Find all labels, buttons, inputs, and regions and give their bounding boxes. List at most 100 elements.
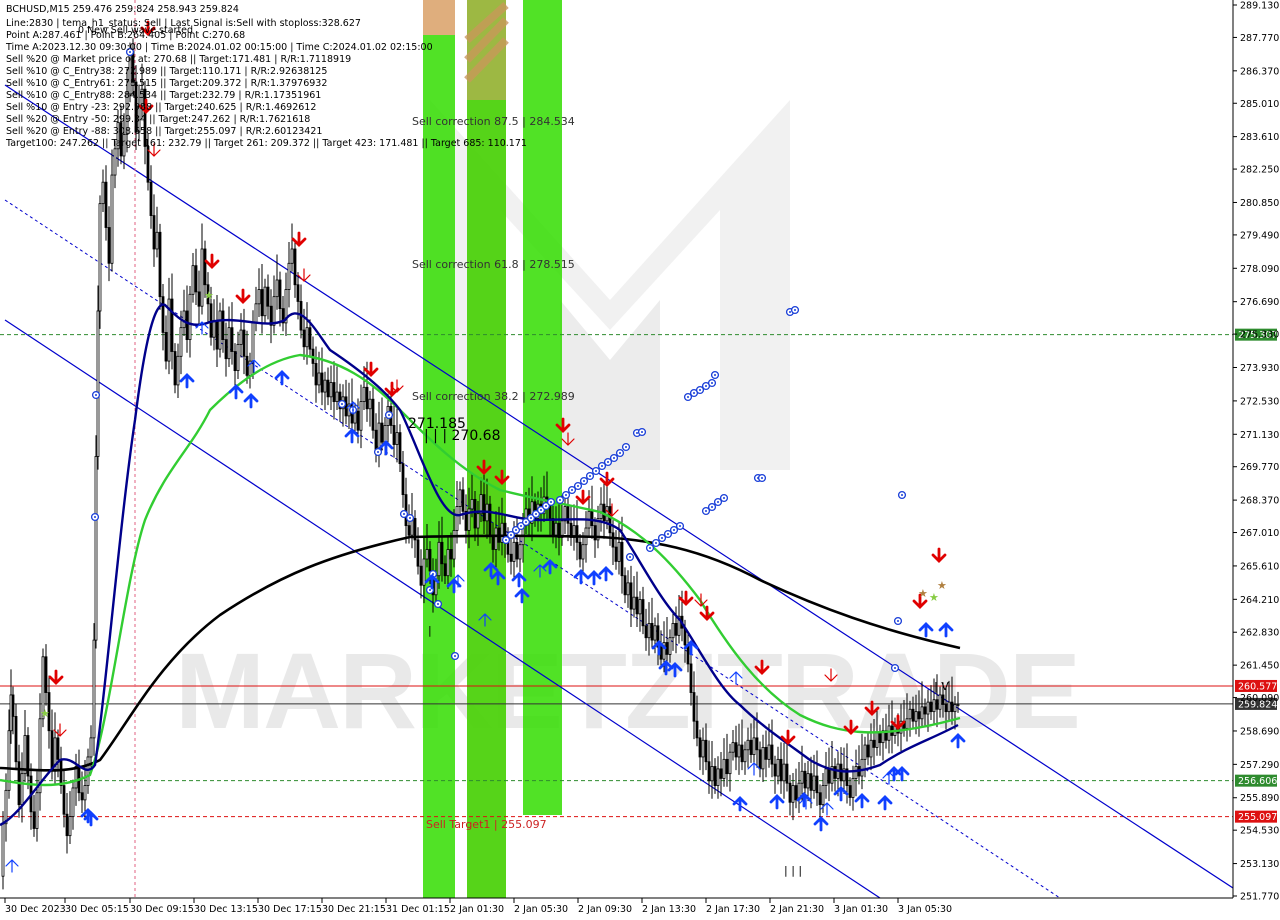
candle-body: [257, 289, 261, 305]
candle-body: [293, 248, 297, 286]
y-tick-label: 283.610: [1240, 132, 1279, 143]
candle-body: [773, 763, 777, 777]
candle-body: [320, 372, 324, 393]
y-tick-label: 273.930: [1240, 363, 1279, 374]
buy-arrow: [274, 370, 290, 386]
candle-body: [302, 329, 306, 348]
signal-dot-core: [510, 534, 512, 536]
candle-body: [482, 494, 486, 522]
candle-body: [926, 701, 930, 715]
signal-dot-core: [540, 509, 542, 511]
candle-body: [197, 291, 201, 307]
candle-body: [395, 432, 399, 445]
candle-body: [332, 382, 336, 403]
signal-dot-core: [711, 506, 713, 508]
candle-body: [590, 510, 594, 527]
candle-body: [422, 558, 426, 586]
x-tick-label: 30 Dec 21:15: [322, 904, 386, 915]
y-tick-label: 255.890: [1240, 793, 1279, 804]
candle-body: [470, 498, 474, 510]
price-chart[interactable]: MARKETZITRADE 275.307260.577259.824256.6…: [0, 0, 1280, 920]
y-tick-label: 258.690: [1240, 726, 1279, 737]
candle-body: [227, 327, 231, 360]
buy-arrow: [228, 384, 244, 400]
candle-body: [575, 525, 579, 543]
candle-body: [96, 310, 100, 457]
candle-body: [4, 789, 8, 825]
candle-body: [803, 770, 807, 789]
signal-dot-core: [530, 517, 532, 519]
level-tag-text: 260.577: [1238, 681, 1277, 692]
candle-body: [629, 582, 633, 610]
candle-body: [113, 148, 117, 176]
candle-body: [218, 310, 222, 350]
candle-body: [443, 563, 447, 577]
sell-arrow: [599, 471, 615, 487]
y-tick-label: 265.610: [1240, 561, 1279, 572]
candle-body: [872, 739, 876, 748]
tick-mark-b: | | |: [784, 864, 802, 877]
level-tag-text: 255.097: [1238, 812, 1277, 823]
signal-dot-core: [717, 501, 719, 503]
candle-body: [164, 332, 168, 362]
candle-body: [101, 181, 105, 205]
candle-body: [917, 711, 921, 720]
candle-body: [110, 174, 114, 264]
buy-arrow: [243, 393, 259, 409]
candle-body: [554, 522, 558, 536]
candle-body: [254, 303, 258, 324]
candle-body: [839, 763, 843, 782]
signal-dot-core: [714, 374, 716, 376]
candle-body: [191, 265, 195, 295]
candle-body: [698, 737, 702, 758]
candle-body: [650, 623, 654, 641]
y-tick-label: 289.130: [1240, 1, 1279, 12]
candle-body: [743, 749, 747, 763]
candle-body: [1, 823, 5, 877]
candle-body: [50, 730, 54, 772]
signal-dot-core: [789, 311, 791, 313]
candle-body: [653, 625, 657, 641]
signal-dot-core: [403, 513, 405, 515]
candle-body: [380, 422, 384, 443]
info-line: Sell %20 @ Entry -50: 299.34 || Target:2…: [6, 114, 310, 125]
candle-body: [695, 720, 699, 739]
candle-body: [818, 792, 822, 806]
signal-dot-core: [550, 501, 552, 503]
candle-body: [812, 775, 816, 791]
candle-body: [170, 298, 174, 352]
watermark: MARKETZITRADE: [175, 100, 1081, 751]
candle-body: [716, 768, 720, 786]
candle-body: [266, 286, 270, 307]
signal-dot-core: [794, 309, 796, 311]
label-correction-382: Sell correction 38.2 | 272.989: [412, 390, 575, 403]
x-tick-label: 2 Jan 17:30: [706, 904, 760, 915]
candle-body: [239, 329, 243, 345]
y-tick-label: 287.770: [1240, 33, 1279, 44]
x-tick-label: 2 Jan 01:30: [450, 904, 504, 915]
y-tick-label: 278.090: [1240, 264, 1279, 275]
candle-body: [689, 663, 693, 693]
tick-mark-a: |: [428, 624, 432, 637]
candle-body: [824, 768, 828, 786]
candle-body: [722, 758, 726, 779]
signal-dot-core: [95, 394, 97, 396]
candle-body: [848, 785, 852, 798]
label-target1: Sell Target1 | 255.097: [426, 818, 547, 831]
y-tick-label: 279.490: [1240, 230, 1279, 241]
candle-body: [674, 623, 678, 636]
candle-body: [161, 296, 165, 333]
candle-body: [644, 625, 648, 639]
candle-body: [725, 758, 729, 775]
candle-body: [728, 751, 732, 775]
signal-dot-core: [636, 432, 638, 434]
signal-dot-core: [619, 452, 621, 454]
candle-body: [359, 401, 363, 431]
sell-arrow: [204, 253, 220, 269]
signal-dot-core: [520, 525, 522, 527]
info-line: Sell %10 @ C_Entry61: 278.515 || Target:…: [6, 78, 327, 89]
candle-body: [173, 351, 177, 386]
signal-dot-core: [679, 525, 681, 527]
level-label-2: | | | 270.68: [424, 428, 501, 444]
candle-body: [377, 422, 381, 450]
